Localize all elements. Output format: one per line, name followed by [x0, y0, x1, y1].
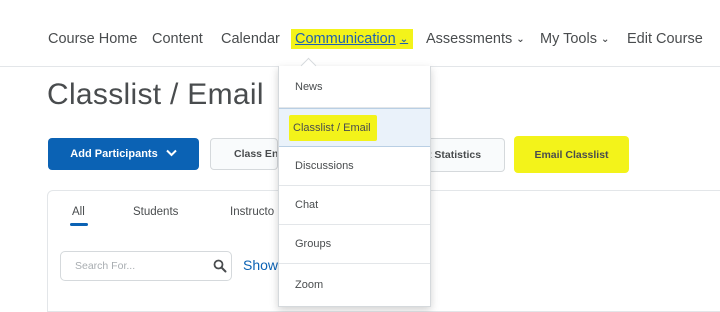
page-title: Classlist / Email [47, 78, 264, 111]
email-classlist-label: Email Classlist [534, 148, 609, 161]
menu-item-classlist-email[interactable]: Classlist / Email [279, 108, 430, 147]
tab-all[interactable]: All [72, 206, 85, 218]
nav-assessments[interactable]: Assessments ⌄ [426, 31, 525, 47]
active-tab-indicator [70, 223, 88, 226]
chevron-down-icon: ⌄ [399, 33, 409, 45]
tab-students-label: Students [133, 206, 179, 218]
nav-my-tools[interactable]: My Tools ⌄ [540, 31, 609, 47]
nav-communication[interactable]: Communication ⌄ [291, 29, 414, 49]
email-classlist-button[interactable]: Email Classlist [514, 136, 629, 173]
nav-calendar[interactable]: Calendar [221, 31, 280, 47]
chevron-down-icon: ⌄ [600, 33, 610, 45]
chevron-down-icon: ⌄ [516, 33, 525, 45]
nav-assessments-label: Assessments [426, 31, 513, 47]
menu-item-chat[interactable]: Chat [279, 186, 430, 225]
nav-content[interactable]: Content [152, 31, 203, 47]
statistics-label: t Statistics [428, 149, 482, 161]
search-icon[interactable] [213, 259, 227, 273]
tab-instructors-label: Instructo [230, 206, 275, 218]
class-engagement-label: Class Eng [234, 148, 278, 160]
menu-item-chat-label: Chat [295, 199, 319, 211]
search-input[interactable] [73, 259, 197, 273]
nav-content-label: Content [152, 31, 203, 47]
course-navbar: Course Home Content Calendar Communicati… [0, 0, 720, 67]
menu-item-discussions-label: Discussions [295, 160, 354, 172]
nav-edit-course[interactable]: Edit Course [627, 31, 703, 47]
class-engagement-button[interactable]: Class Eng [210, 138, 278, 170]
show-search-options-link[interactable]: Show [243, 257, 278, 273]
tab-students[interactable]: Students [133, 206, 178, 218]
statistics-button[interactable]: t Statistics [428, 138, 505, 172]
menu-item-classlist-email-label: Classlist / Email [289, 114, 377, 141]
nav-edit-course-label: Edit Course [627, 31, 703, 47]
menu-item-zoom[interactable]: Zoom [279, 264, 430, 306]
nav-calendar-label: Calendar [221, 31, 280, 47]
menu-item-groups-label: Groups [295, 238, 332, 250]
tab-instructors[interactable]: Instructo [230, 206, 274, 218]
menu-item-discussions[interactable]: Discussions [279, 147, 430, 186]
chevron-down-icon [165, 149, 177, 160]
menu-item-news-label: News [295, 80, 323, 93]
nav-communication-label: Communication [295, 31, 396, 47]
menu-item-groups[interactable]: Groups [279, 225, 430, 264]
menu-item-zoom-label: Zoom [295, 279, 324, 291]
add-participants-button[interactable]: Add Participants [48, 138, 199, 170]
communication-dropdown-menu: News Classlist / Email Discussions Chat … [278, 66, 431, 307]
nav-course-home-label: Course Home [48, 31, 138, 47]
menu-item-news[interactable]: News [279, 66, 430, 108]
nav-course-home[interactable]: Course Home [48, 31, 137, 47]
add-participants-label: Add Participants [70, 148, 158, 160]
search-field[interactable] [60, 251, 232, 281]
tab-all-label: All [72, 206, 85, 218]
nav-my-tools-label: My Tools [540, 31, 597, 47]
